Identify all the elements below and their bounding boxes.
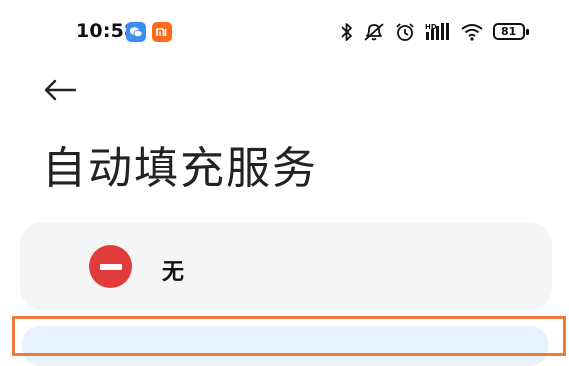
svg-text:HD: HD xyxy=(425,23,437,31)
option-label: 无 xyxy=(162,260,185,285)
wechat-notification-icon xyxy=(126,22,146,42)
status-bar: 10:58 HD 81 xyxy=(0,0,569,64)
battery-level: 81 xyxy=(501,25,517,38)
mi-notification-icon xyxy=(152,22,172,42)
alarm-icon xyxy=(395,22,415,42)
minus-circle-icon xyxy=(89,245,132,288)
autofill-option-none[interactable]: 无 xyxy=(20,222,552,310)
battery-icon: 81 xyxy=(493,22,531,42)
page-title: 自动填充服务 xyxy=(42,143,318,194)
highlight-frame xyxy=(12,316,566,356)
wifi-icon xyxy=(461,23,483,41)
hd-signal-icon: HD xyxy=(425,22,451,42)
arrow-left-icon xyxy=(44,79,77,101)
status-icons: HD 81 xyxy=(341,18,531,46)
mute-icon xyxy=(363,22,385,42)
bluetooth-icon xyxy=(341,22,353,42)
back-button[interactable] xyxy=(40,72,80,108)
